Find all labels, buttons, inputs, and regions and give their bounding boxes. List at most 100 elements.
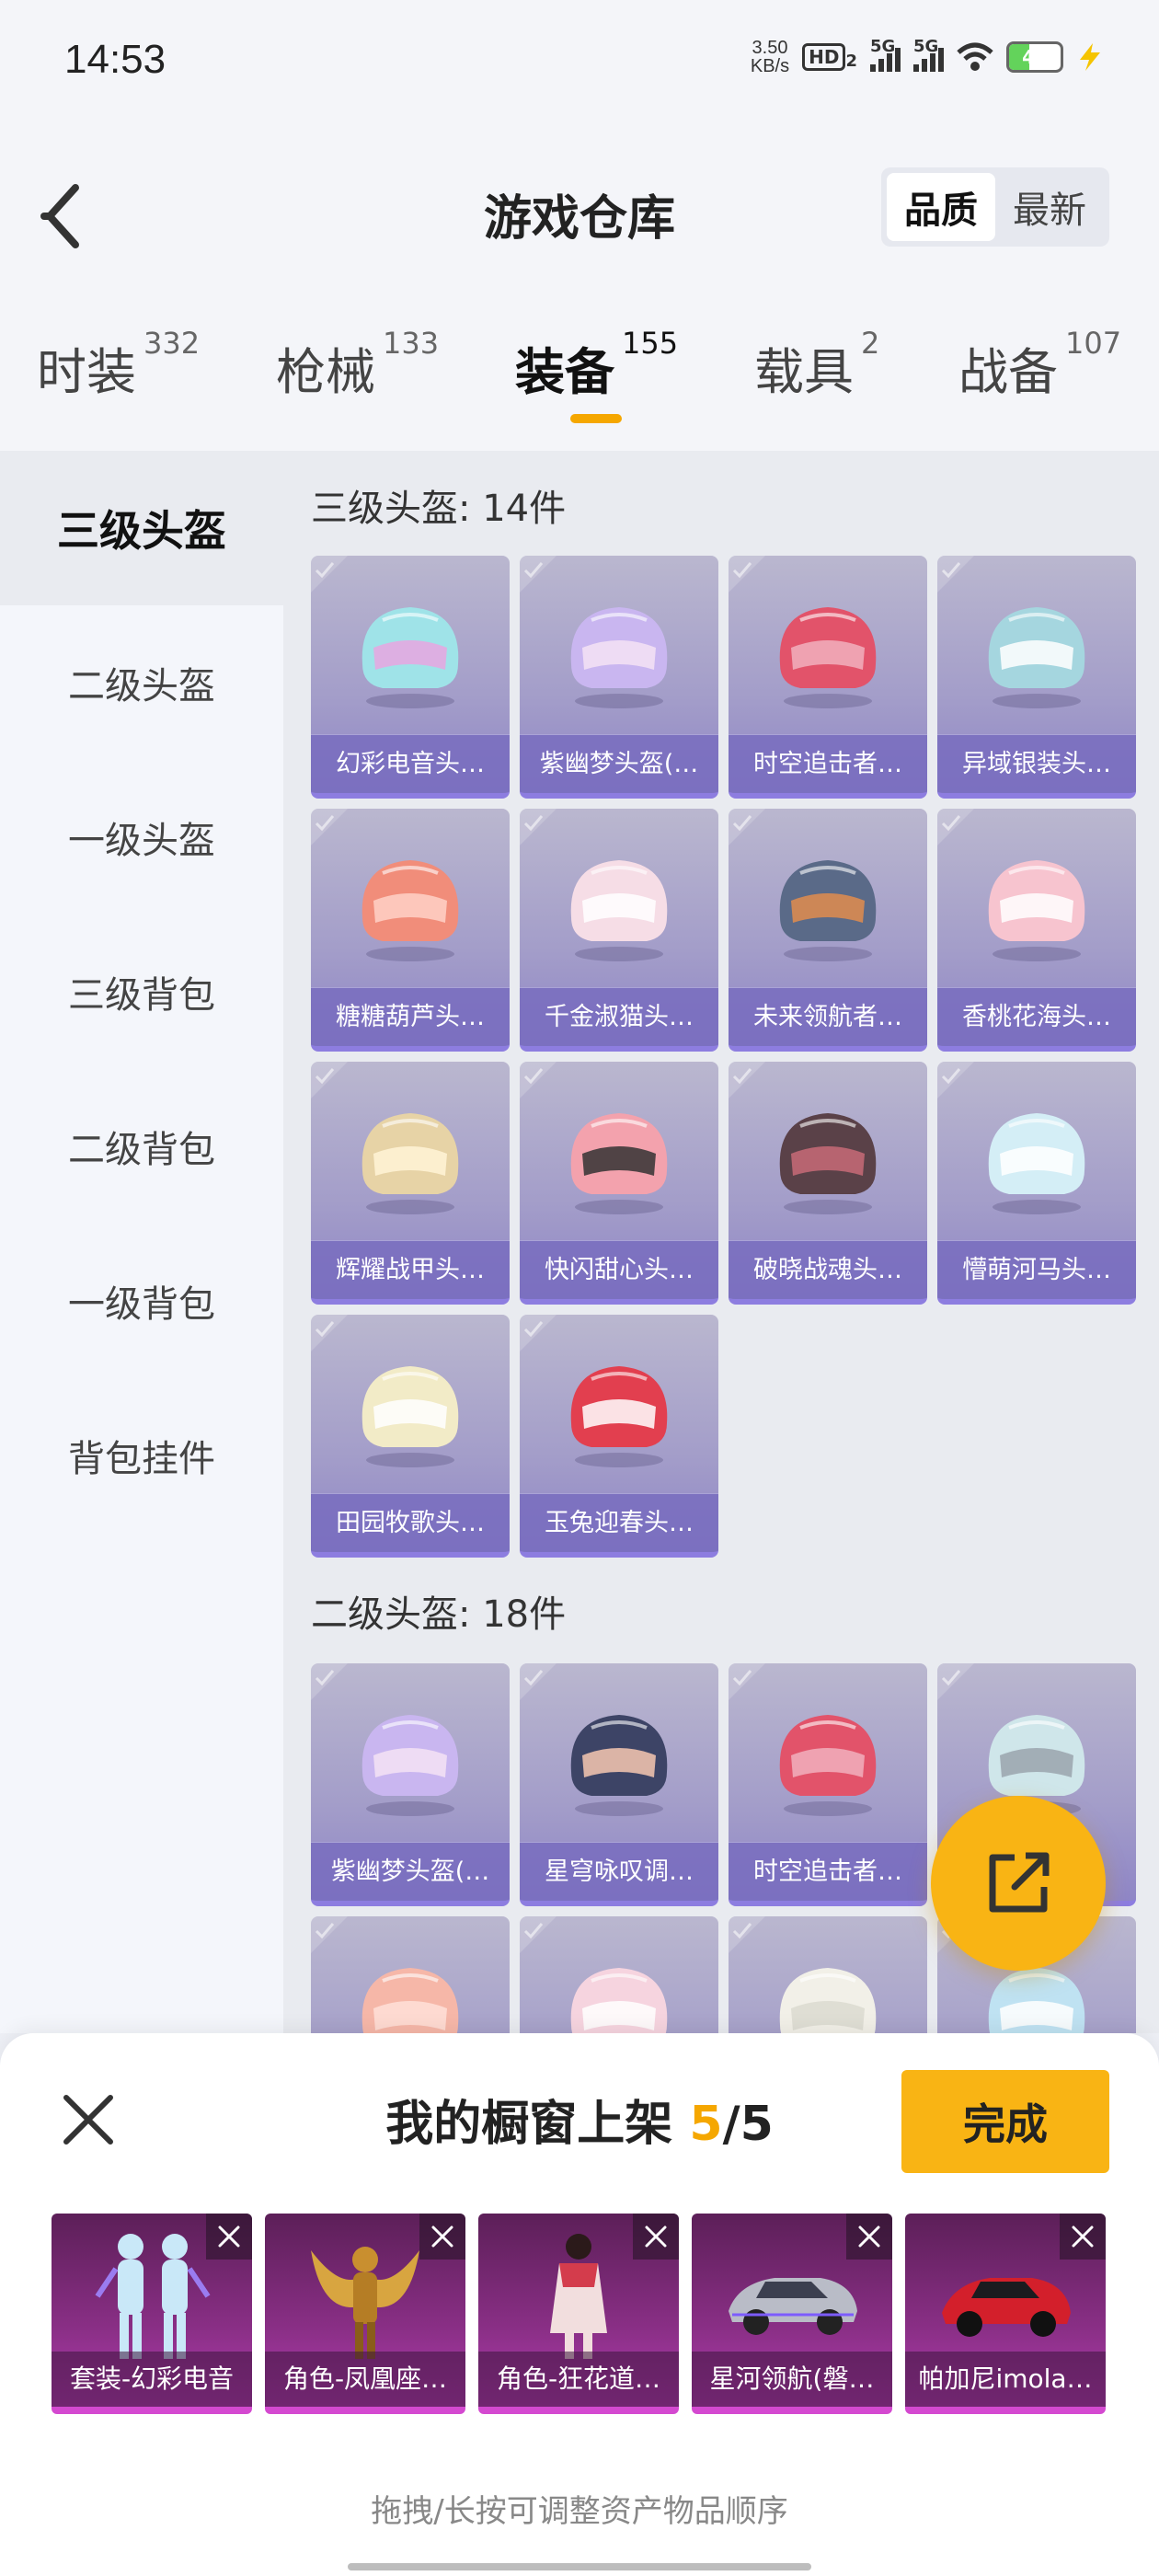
- showcase-panel: 我的橱窗上架 5/5 完成 套装-幻彩电音 角色-凤凰座… 角色-狂花道… 星河领航(…: [0, 2033, 1159, 2576]
- item-card[interactable]: 紫幽梦头盔(…: [520, 556, 718, 799]
- remove-item-icon[interactable]: [633, 2214, 679, 2260]
- section-title: 三级头盔: 14件: [311, 488, 567, 530]
- showcase-item-image: [506, 2223, 651, 2361]
- sort-option-newest[interactable]: 最新: [995, 173, 1104, 241]
- item-card[interactable]: 糖糖葫芦头…: [311, 809, 510, 1052]
- wifi-icon: [957, 42, 993, 71]
- tab-vehicles[interactable]: 载具 2: [754, 326, 879, 404]
- sort-option-quality[interactable]: 品质: [887, 173, 995, 241]
- tab-fashion[interactable]: 时装 332: [37, 326, 200, 404]
- remove-item-icon[interactable]: [846, 2214, 892, 2260]
- item-card[interactable]: [729, 1916, 927, 2033]
- helmet-image: [972, 1098, 1101, 1218]
- sidebar-item-level3-helmet[interactable]: 三级头盔: [0, 451, 283, 605]
- showcase-item[interactable]: 角色-凤凰座…: [265, 2214, 465, 2414]
- status-bar: 14:53 3.50 KB/s HD 2 5G 5G 40: [0, 0, 1159, 120]
- tab-label: 战备: [958, 343, 1058, 401]
- helmet-image: [555, 845, 683, 965]
- item-name: 时空追击者…: [729, 1842, 927, 1901]
- showcase-item[interactable]: 星河领航(磐…: [692, 2214, 892, 2414]
- item-card[interactable]: 紫幽梦头盔(…: [311, 1663, 510, 1906]
- sidebar-item-level1-backpack[interactable]: 一级背包: [0, 1224, 283, 1378]
- sidebar-item-backpack-charm[interactable]: 背包挂件: [0, 1378, 283, 1533]
- remove-item-icon[interactable]: [206, 2214, 252, 2260]
- showcase-item-name: 套装-幻彩电音: [52, 2352, 252, 2407]
- tab-label: 枪械: [276, 343, 375, 401]
- helmet-image: [346, 1098, 475, 1218]
- remove-item-icon[interactable]: [1060, 2214, 1106, 2260]
- sidebar-item-level3-backpack[interactable]: 三级背包: [0, 914, 283, 1069]
- item-card[interactable]: 时空追击者…: [729, 556, 927, 799]
- network-speed: 3.50 KB/s: [751, 39, 789, 75]
- helmet-image: [346, 1700, 475, 1820]
- helmet-image: [763, 1953, 892, 2033]
- showcase-item[interactable]: 套装-幻彩电音: [52, 2214, 252, 2414]
- item-name: 玉兔迎春头…: [520, 1493, 718, 1552]
- share-button[interactable]: [931, 1796, 1106, 1971]
- showcase-item-image: [933, 2223, 1078, 2361]
- active-tab-indicator: [570, 414, 622, 423]
- item-card[interactable]: [311, 1916, 510, 2033]
- battery-icon: 40: [1006, 41, 1063, 73]
- category-tabs: 时装 332 枪械 133 装备 155 载具 2 战备 107: [0, 326, 1159, 423]
- item-name: 幻彩电音头…: [311, 734, 510, 793]
- net-speed-unit: KB/s: [750, 56, 790, 76]
- tab-label: 载具: [754, 343, 854, 401]
- showcase-item-name: 星河领航(磐…: [692, 2352, 892, 2407]
- item-name: 田园牧歌头…: [311, 1493, 510, 1552]
- tab-supplies[interactable]: 战备 107: [958, 326, 1121, 404]
- item-name: 未来领航者…: [729, 987, 927, 1046]
- helmet-image: [555, 1351, 683, 1471]
- item-name: 星穹咏叹调…: [520, 1842, 718, 1901]
- item-name: 紫幽梦头盔(…: [520, 734, 718, 793]
- item-card[interactable]: 破晓战魂头…: [729, 1062, 927, 1305]
- home-indicator[interactable]: [348, 2563, 811, 2570]
- showcase-separator: /: [722, 2097, 740, 2152]
- sidebar-item-level1-helmet[interactable]: 一级头盔: [0, 760, 283, 914]
- share-icon: [989, 1852, 1050, 1913]
- item-name: 破晓战魂头…: [729, 1240, 927, 1299]
- item-card[interactable]: 香桃花海头…: [937, 809, 1136, 1052]
- showcase-item-image: [79, 2223, 224, 2361]
- sidebar-item-level2-helmet[interactable]: 二级头盔: [0, 605, 283, 760]
- remove-item-icon[interactable]: [419, 2214, 465, 2260]
- item-card[interactable]: [520, 1916, 718, 2033]
- signal-label-2: 5G: [913, 37, 939, 56]
- item-card[interactable]: 时空追击者…: [729, 1663, 927, 1906]
- reorder-hint: 拖拽/长按可调整资产物品顺序: [371, 2493, 788, 2530]
- helmet-image: [763, 845, 892, 965]
- item-card[interactable]: 快闪甜心头…: [520, 1062, 718, 1305]
- helmet-image: [555, 1953, 683, 2033]
- sidebar-item-level2-backpack[interactable]: 二级背包: [0, 1069, 283, 1224]
- tab-equipment[interactable]: 装备 155: [515, 326, 678, 404]
- item-card[interactable]: 玉兔迎春头…: [520, 1315, 718, 1558]
- helmet-image: [555, 1700, 683, 1820]
- item-card[interactable]: 异域银装头…: [937, 556, 1136, 799]
- signal-icon-2: 5G: [913, 37, 944, 72]
- item-name: 快闪甜心头…: [520, 1240, 718, 1299]
- showcase-item-image: [293, 2223, 438, 2361]
- helmet-image: [763, 1700, 892, 1820]
- showcase-item-name: 角色-凤凰座…: [265, 2352, 465, 2407]
- item-card[interactable]: 懵萌河马头…: [937, 1062, 1136, 1305]
- charging-icon: [1080, 43, 1100, 71]
- tab-count: 107: [1065, 326, 1122, 361]
- item-card[interactable]: 星穹咏叹调…: [520, 1663, 718, 1906]
- item-card[interactable]: 田园牧歌头…: [311, 1315, 510, 1558]
- item-name: 香桃花海头…: [937, 987, 1136, 1046]
- sort-toggle: 品质 最新: [881, 167, 1109, 247]
- helmet-image: [555, 592, 683, 712]
- showcase-count: 5: [689, 2097, 723, 2152]
- item-card[interactable]: 未来领航者…: [729, 809, 927, 1052]
- tab-guns[interactable]: 枪械 133: [276, 326, 439, 404]
- helmet-image: [972, 592, 1101, 712]
- showcase-item[interactable]: 角色-狂花道…: [478, 2214, 679, 2414]
- signal-label: 5G: [870, 37, 896, 56]
- clock: 14:53: [64, 37, 166, 82]
- showcase-item[interactable]: 帕加尼imola…: [905, 2214, 1106, 2414]
- item-card[interactable]: 千金淑猫头…: [520, 809, 718, 1052]
- tab-label: 时装: [37, 343, 136, 401]
- done-button[interactable]: 完成: [901, 2070, 1109, 2173]
- item-card[interactable]: 幻彩电音头…: [311, 556, 510, 799]
- item-card[interactable]: 辉耀战甲头…: [311, 1062, 510, 1305]
